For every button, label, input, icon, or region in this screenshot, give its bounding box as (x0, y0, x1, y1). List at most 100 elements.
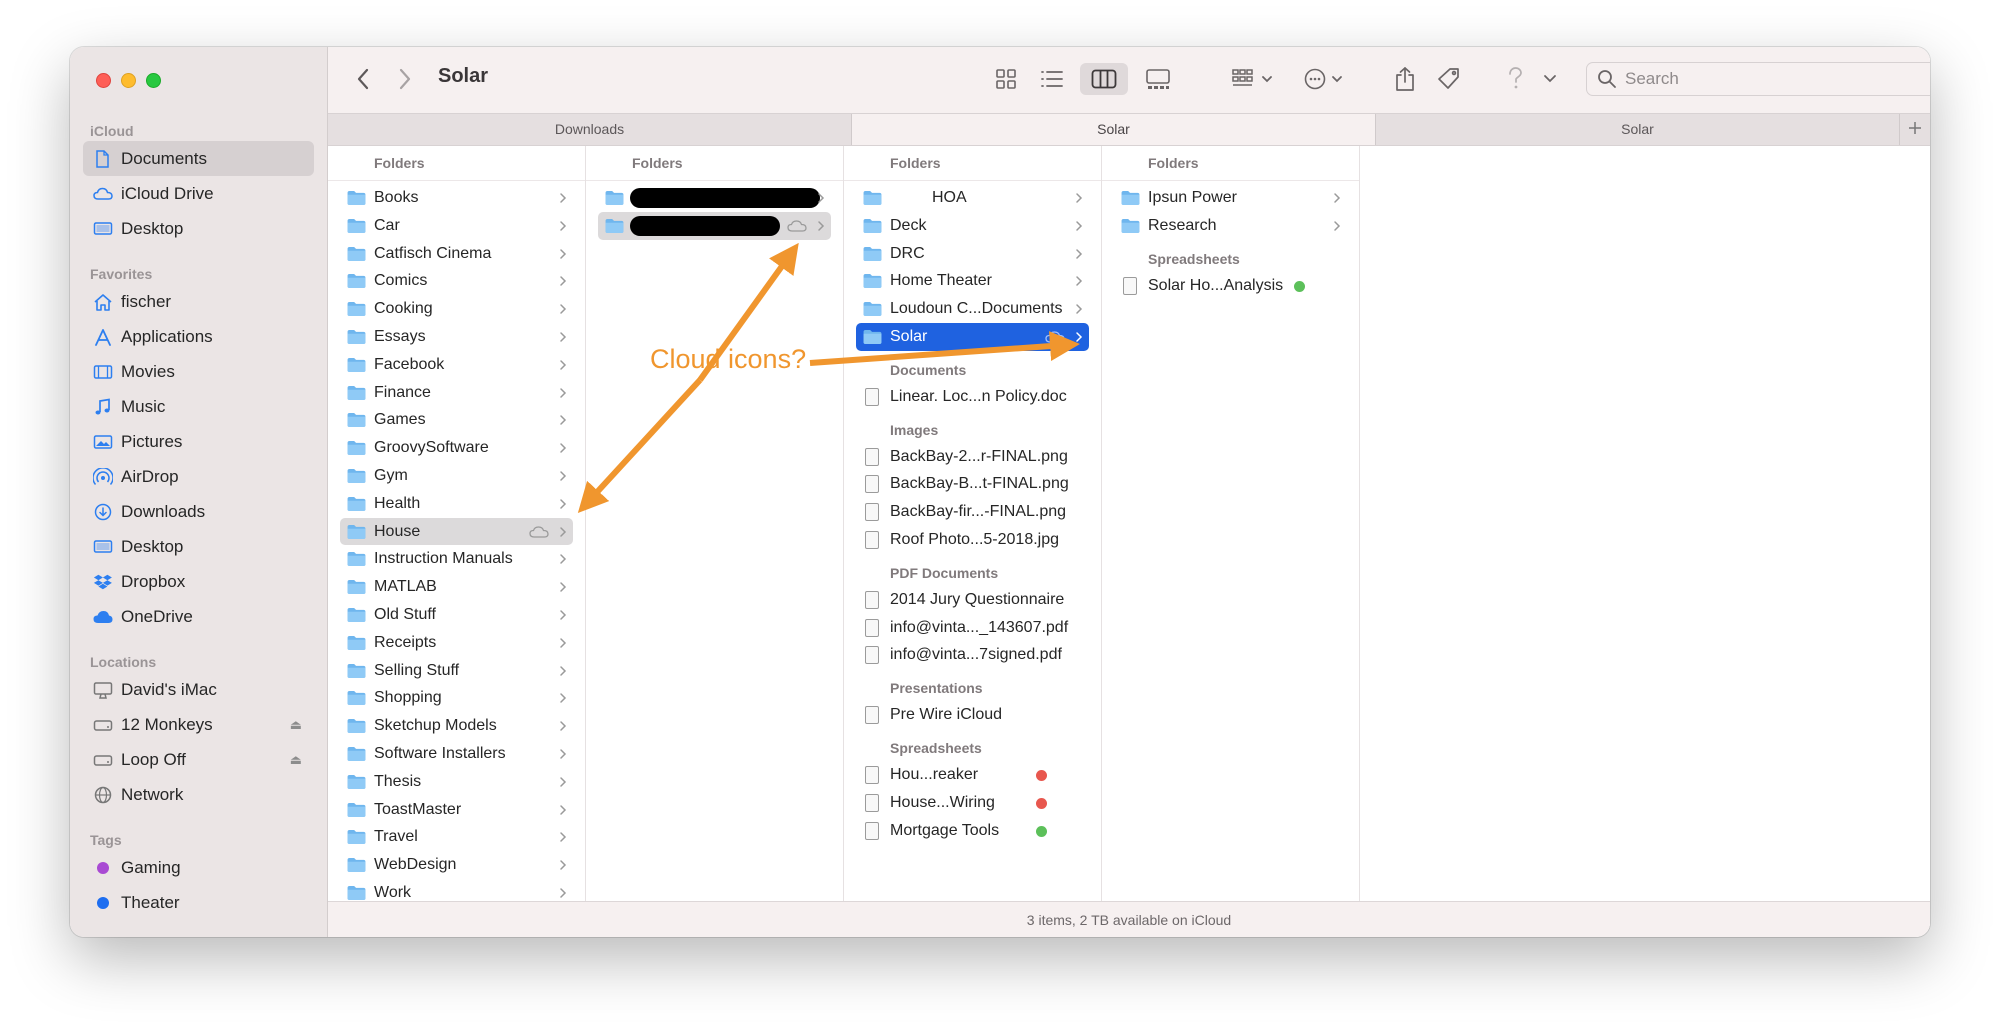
file-row[interactable]: Hou...reaker (856, 761, 1089, 789)
gallery-view-button[interactable] (1138, 63, 1178, 95)
back-button[interactable] (348, 63, 378, 95)
folder-row[interactable]: Finance (340, 379, 573, 407)
zoom-window-button[interactable] (146, 73, 161, 88)
folder-row[interactable] (598, 184, 831, 212)
help-button[interactable] (1498, 63, 1532, 95)
folder-row[interactable]: Shopping (340, 684, 573, 712)
folder-row[interactable]: Research (1114, 212, 1347, 240)
item-name: info@vinta...7signed.pdf (890, 646, 1062, 664)
sidebar-item-12-monkeys[interactable]: 12 Monkeys ⏏ (83, 707, 314, 742)
minimize-window-button[interactable] (121, 73, 136, 88)
sidebar-item-applications[interactable]: Applications (83, 319, 314, 354)
file-row[interactable]: Pre Wire iCloud (856, 701, 1089, 729)
close-window-button[interactable] (96, 73, 111, 88)
folder-row[interactable]: HOA (856, 184, 1089, 212)
sidebar-item-loop-off[interactable]: Loop Off ⏏ (83, 742, 314, 777)
folder-row[interactable]: Home Theater (856, 267, 1089, 295)
folder-row[interactable]: Deck (856, 212, 1089, 240)
folder-row[interactable]: GroovySoftware (340, 434, 573, 462)
folder-row[interactable]: Essays (340, 323, 573, 351)
icon-view-button[interactable] (988, 63, 1024, 95)
sidebar-item-dropbox[interactable]: Dropbox (83, 564, 314, 599)
sidebar-item-music[interactable]: Music (83, 389, 314, 424)
folder-row[interactable]: Gym (340, 462, 573, 490)
file-row[interactable]: info@vinta...7signed.pdf (856, 641, 1089, 669)
group-by-button[interactable] (1228, 63, 1278, 95)
folder-row[interactable]: MATLAB (340, 573, 573, 601)
file-row[interactable]: Linear. Loc...n Policy.doc (856, 383, 1089, 411)
folder-row[interactable]: Sketchup Models (340, 712, 573, 740)
file-row[interactable]: Solar Ho...Analysis (1114, 272, 1347, 300)
sidebar-item-onedrive[interactable]: OneDrive (83, 599, 314, 634)
item-name: Linear. Loc...n Policy.doc (890, 387, 1067, 405)
sidebar-item-downloads[interactable]: Downloads (83, 494, 314, 529)
new-tab-button[interactable] (1900, 114, 1930, 145)
folder-row[interactable]: Comics (340, 267, 573, 295)
folder-row[interactable]: Instruction Manuals (340, 545, 573, 573)
chevron-right-icon (560, 554, 567, 565)
sidebar-item-icon (93, 328, 113, 346)
folder-row[interactable]: Games (340, 406, 573, 434)
sidebar-item-pictures[interactable]: Pictures (83, 424, 314, 459)
tags-button[interactable] (1432, 63, 1466, 95)
file-icon (865, 590, 879, 609)
file-row[interactable]: BackBay-fir...-FINAL.png (856, 498, 1089, 526)
column-view-button[interactable] (1080, 63, 1128, 95)
desktop-icon (93, 540, 113, 553)
folder-row[interactable]: DRC (856, 240, 1089, 268)
folder-row[interactable]: Solar (856, 322, 1089, 351)
item-name: Solar (890, 327, 928, 345)
folder-row[interactable]: Facebook (340, 351, 573, 379)
folder-row[interactable]: Old Stuff (340, 601, 573, 629)
search-field[interactable] (1586, 62, 1930, 96)
sidebar-item-fischer[interactable]: fischer (83, 284, 314, 319)
file-row[interactable]: 2014 Jury Questionnaire (856, 586, 1089, 614)
sidebar-item-movies[interactable]: Movies (83, 354, 314, 389)
sidebar-item-network[interactable]: Network (83, 777, 314, 812)
folder-row[interactable]: Health (340, 490, 573, 518)
folder-row[interactable]: Books (340, 184, 573, 212)
tab-downloads[interactable]: Downloads (328, 114, 852, 145)
share-button[interactable] (1388, 63, 1422, 95)
folder-row[interactable]: Software Installers (340, 740, 573, 768)
help-dropdown-button[interactable] (1538, 63, 1562, 95)
sidebar-item-theater[interactable]: Theater (83, 885, 314, 920)
file-row[interactable]: BackBay-2...r-FINAL.png (856, 443, 1089, 471)
folder-row[interactable]: Receipts (340, 629, 573, 657)
list-view-button[interactable] (1034, 63, 1070, 95)
sidebar-item-gaming[interactable]: Gaming (83, 850, 314, 885)
column-2: Folders (586, 146, 844, 901)
sidebar-item-airdrop[interactable]: AirDrop (83, 459, 314, 494)
sidebar-item-icloud-drive[interactable]: iCloud Drive (83, 176, 314, 211)
forward-button[interactable] (390, 63, 420, 95)
action-menu-button[interactable] (1300, 63, 1350, 95)
folder-row[interactable]: Travel (340, 823, 573, 851)
eject-icon[interactable]: ⏏ (290, 742, 302, 777)
sidebar-item-david-s-imac[interactable]: David's iMac (83, 672, 314, 707)
folder-row[interactable]: Ipsun Power (1114, 184, 1347, 212)
status-dot-icon (1036, 769, 1047, 781)
tab-solar[interactable]: Solar (1376, 114, 1900, 145)
folder-row[interactable]: Work (340, 879, 573, 901)
file-row[interactable]: House...Wiring (856, 789, 1089, 817)
folder-row[interactable]: Cooking (340, 295, 573, 323)
tab-solar[interactable]: Solar (852, 114, 1376, 145)
folder-row[interactable]: Selling Stuff (340, 657, 573, 685)
file-row[interactable]: Mortgage Tools (856, 817, 1089, 845)
folder-row[interactable]: WebDesign (340, 851, 573, 879)
folder-row[interactable]: Car (340, 212, 573, 240)
file-row[interactable]: BackBay-B...t-FINAL.png (856, 470, 1089, 498)
search-input[interactable] (1625, 63, 1930, 95)
file-row[interactable]: Roof Photo...5-2018.jpg (856, 526, 1089, 554)
sidebar-item-desktop[interactable]: Desktop (83, 211, 314, 246)
folder-row[interactable]: Catfisch Cinema (340, 240, 573, 268)
folder-row[interactable]: ToastMaster (340, 796, 573, 824)
folder-row[interactable]: House (340, 517, 573, 546)
folder-row[interactable]: Thesis (340, 768, 573, 796)
eject-icon[interactable]: ⏏ (290, 707, 302, 742)
sidebar-item-documents[interactable]: Documents (83, 141, 314, 176)
folder-row[interactable]: Loudoun C...Documents (856, 295, 1089, 323)
sidebar-item-desktop[interactable]: Desktop (83, 529, 314, 564)
folder-row[interactable] (598, 211, 831, 240)
file-row[interactable]: info@vinta..._143607.pdf (856, 614, 1089, 642)
